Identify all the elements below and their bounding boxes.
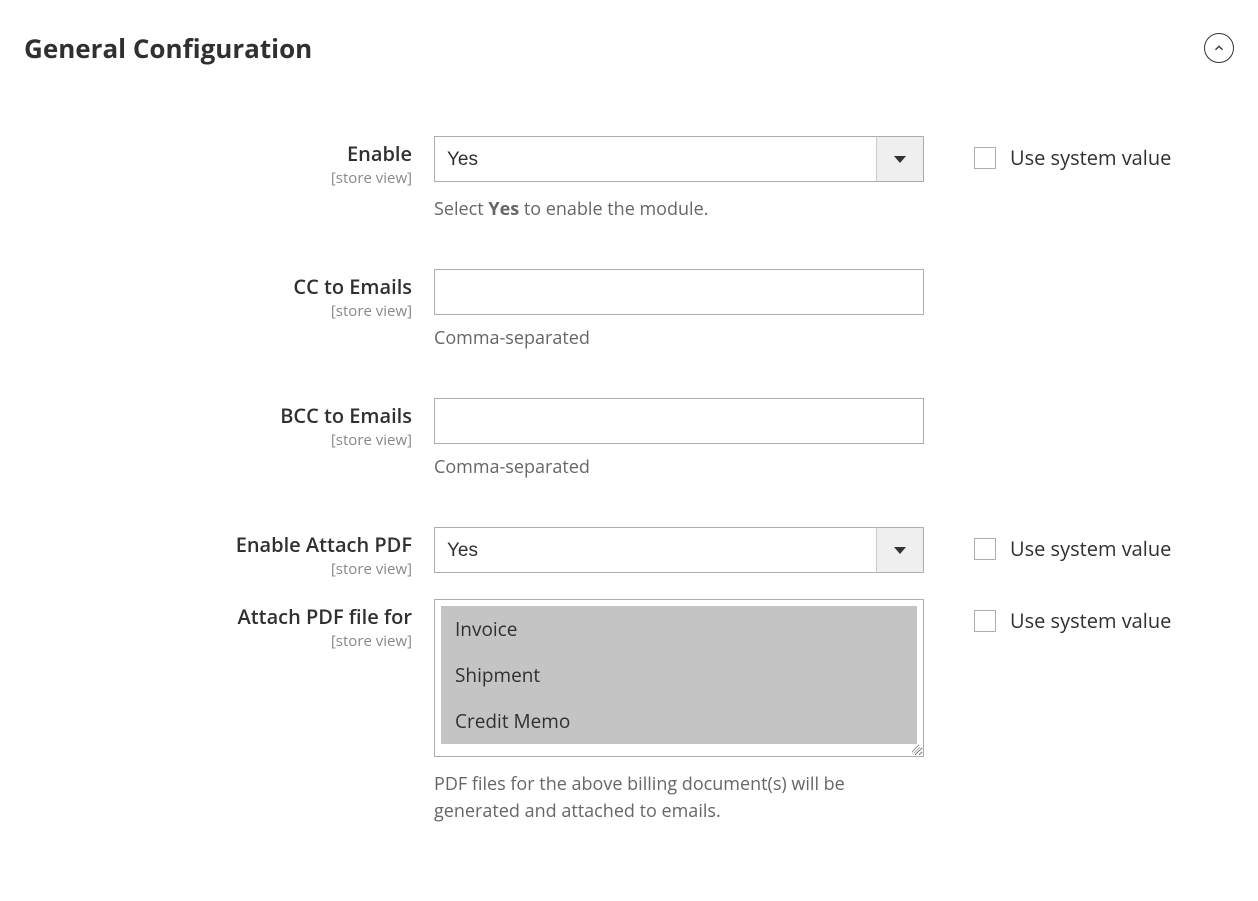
control-col-attach-for: Invoice Shipment Credit Memo PDF files f… [434, 599, 924, 825]
section-title: General Configuration [24, 30, 312, 66]
extra-cc [924, 269, 974, 277]
extra-enable: Use system value [924, 136, 1171, 171]
input-bcc-emails[interactable] [434, 398, 924, 444]
label-attach-for: Attach PDF file for [24, 605, 412, 629]
control-col-attach-pdf: Yes [434, 527, 924, 573]
help-enable-strong: Yes [488, 197, 519, 221]
row-attach-for: Attach PDF file for [store view] Invoice… [24, 599, 1234, 825]
section-header: General Configuration [24, 30, 1234, 66]
checkbox-label-attach-pdf[interactable]: Use system value [1010, 535, 1171, 562]
select-enable-wrapper: Yes [434, 136, 924, 182]
extra-attach-pdf: Use system value [924, 527, 1171, 562]
label-col-bcc: BCC to Emails [store view] [24, 398, 434, 450]
chevron-up-icon [1212, 41, 1226, 55]
select-attach-pdf[interactable]: Yes [434, 527, 924, 573]
scope-attach-pdf: [store view] [24, 559, 412, 579]
option-shipment[interactable]: Shipment [441, 652, 917, 698]
select-enable[interactable]: Yes [434, 136, 924, 182]
collapse-toggle[interactable] [1204, 33, 1234, 63]
label-col-attach-pdf: Enable Attach PDF [store view] [24, 527, 434, 579]
help-enable-post: to enable the module. [519, 197, 708, 221]
checkbox-use-system-attach-for[interactable] [974, 610, 996, 632]
checkbox-use-system-attach-pdf[interactable] [974, 538, 996, 560]
label-bcc: BCC to Emails [24, 404, 412, 428]
control-col-bcc: Comma-separated [434, 398, 924, 481]
checkbox-label-attach-for[interactable]: Use system value [1010, 607, 1171, 634]
label-col-attach-for: Attach PDF file for [store view] [24, 599, 434, 651]
input-cc-emails[interactable] [434, 269, 924, 315]
help-cc: Comma-separated [434, 325, 924, 352]
label-col-cc: CC to Emails [store view] [24, 269, 434, 321]
help-attach-for: PDF files for the above billing document… [434, 771, 924, 825]
row-attach-pdf: Enable Attach PDF [store view] Yes Use s… [24, 527, 1234, 579]
extra-bcc [924, 398, 974, 406]
label-cc: CC to Emails [24, 275, 412, 299]
select-attach-pdf-wrapper: Yes [434, 527, 924, 573]
help-enable-pre: Select [434, 197, 488, 221]
checkbox-use-system-enable[interactable] [974, 147, 996, 169]
help-bcc: Comma-separated [434, 454, 924, 481]
label-col: Enable [store view] [24, 136, 434, 188]
row-bcc: BCC to Emails [store view] Comma-separat… [24, 398, 1234, 481]
help-enable: Select Yes to enable the module. [434, 196, 924, 223]
scope-enable: [store view] [24, 168, 412, 188]
scope-cc: [store view] [24, 301, 412, 321]
control-col: Yes Select Yes to enable the module. [434, 136, 924, 223]
option-invoice[interactable]: Invoice [441, 606, 917, 652]
control-col-cc: Comma-separated [434, 269, 924, 352]
row-cc: CC to Emails [store view] Comma-separate… [24, 269, 1234, 352]
label-attach-pdf: Enable Attach PDF [24, 533, 412, 557]
row-enable: Enable [store view] Yes Select Yes to en… [24, 136, 1234, 223]
option-credit-memo[interactable]: Credit Memo [441, 698, 917, 744]
multiselect-attach-for[interactable]: Invoice Shipment Credit Memo [434, 599, 924, 757]
extra-attach-for: Use system value [924, 599, 1171, 634]
checkbox-label-enable[interactable]: Use system value [1010, 144, 1171, 171]
label-enable: Enable [24, 142, 412, 166]
scope-bcc: [store view] [24, 430, 412, 450]
scope-attach-for: [store view] [24, 631, 412, 651]
resize-grip-icon [910, 743, 922, 755]
